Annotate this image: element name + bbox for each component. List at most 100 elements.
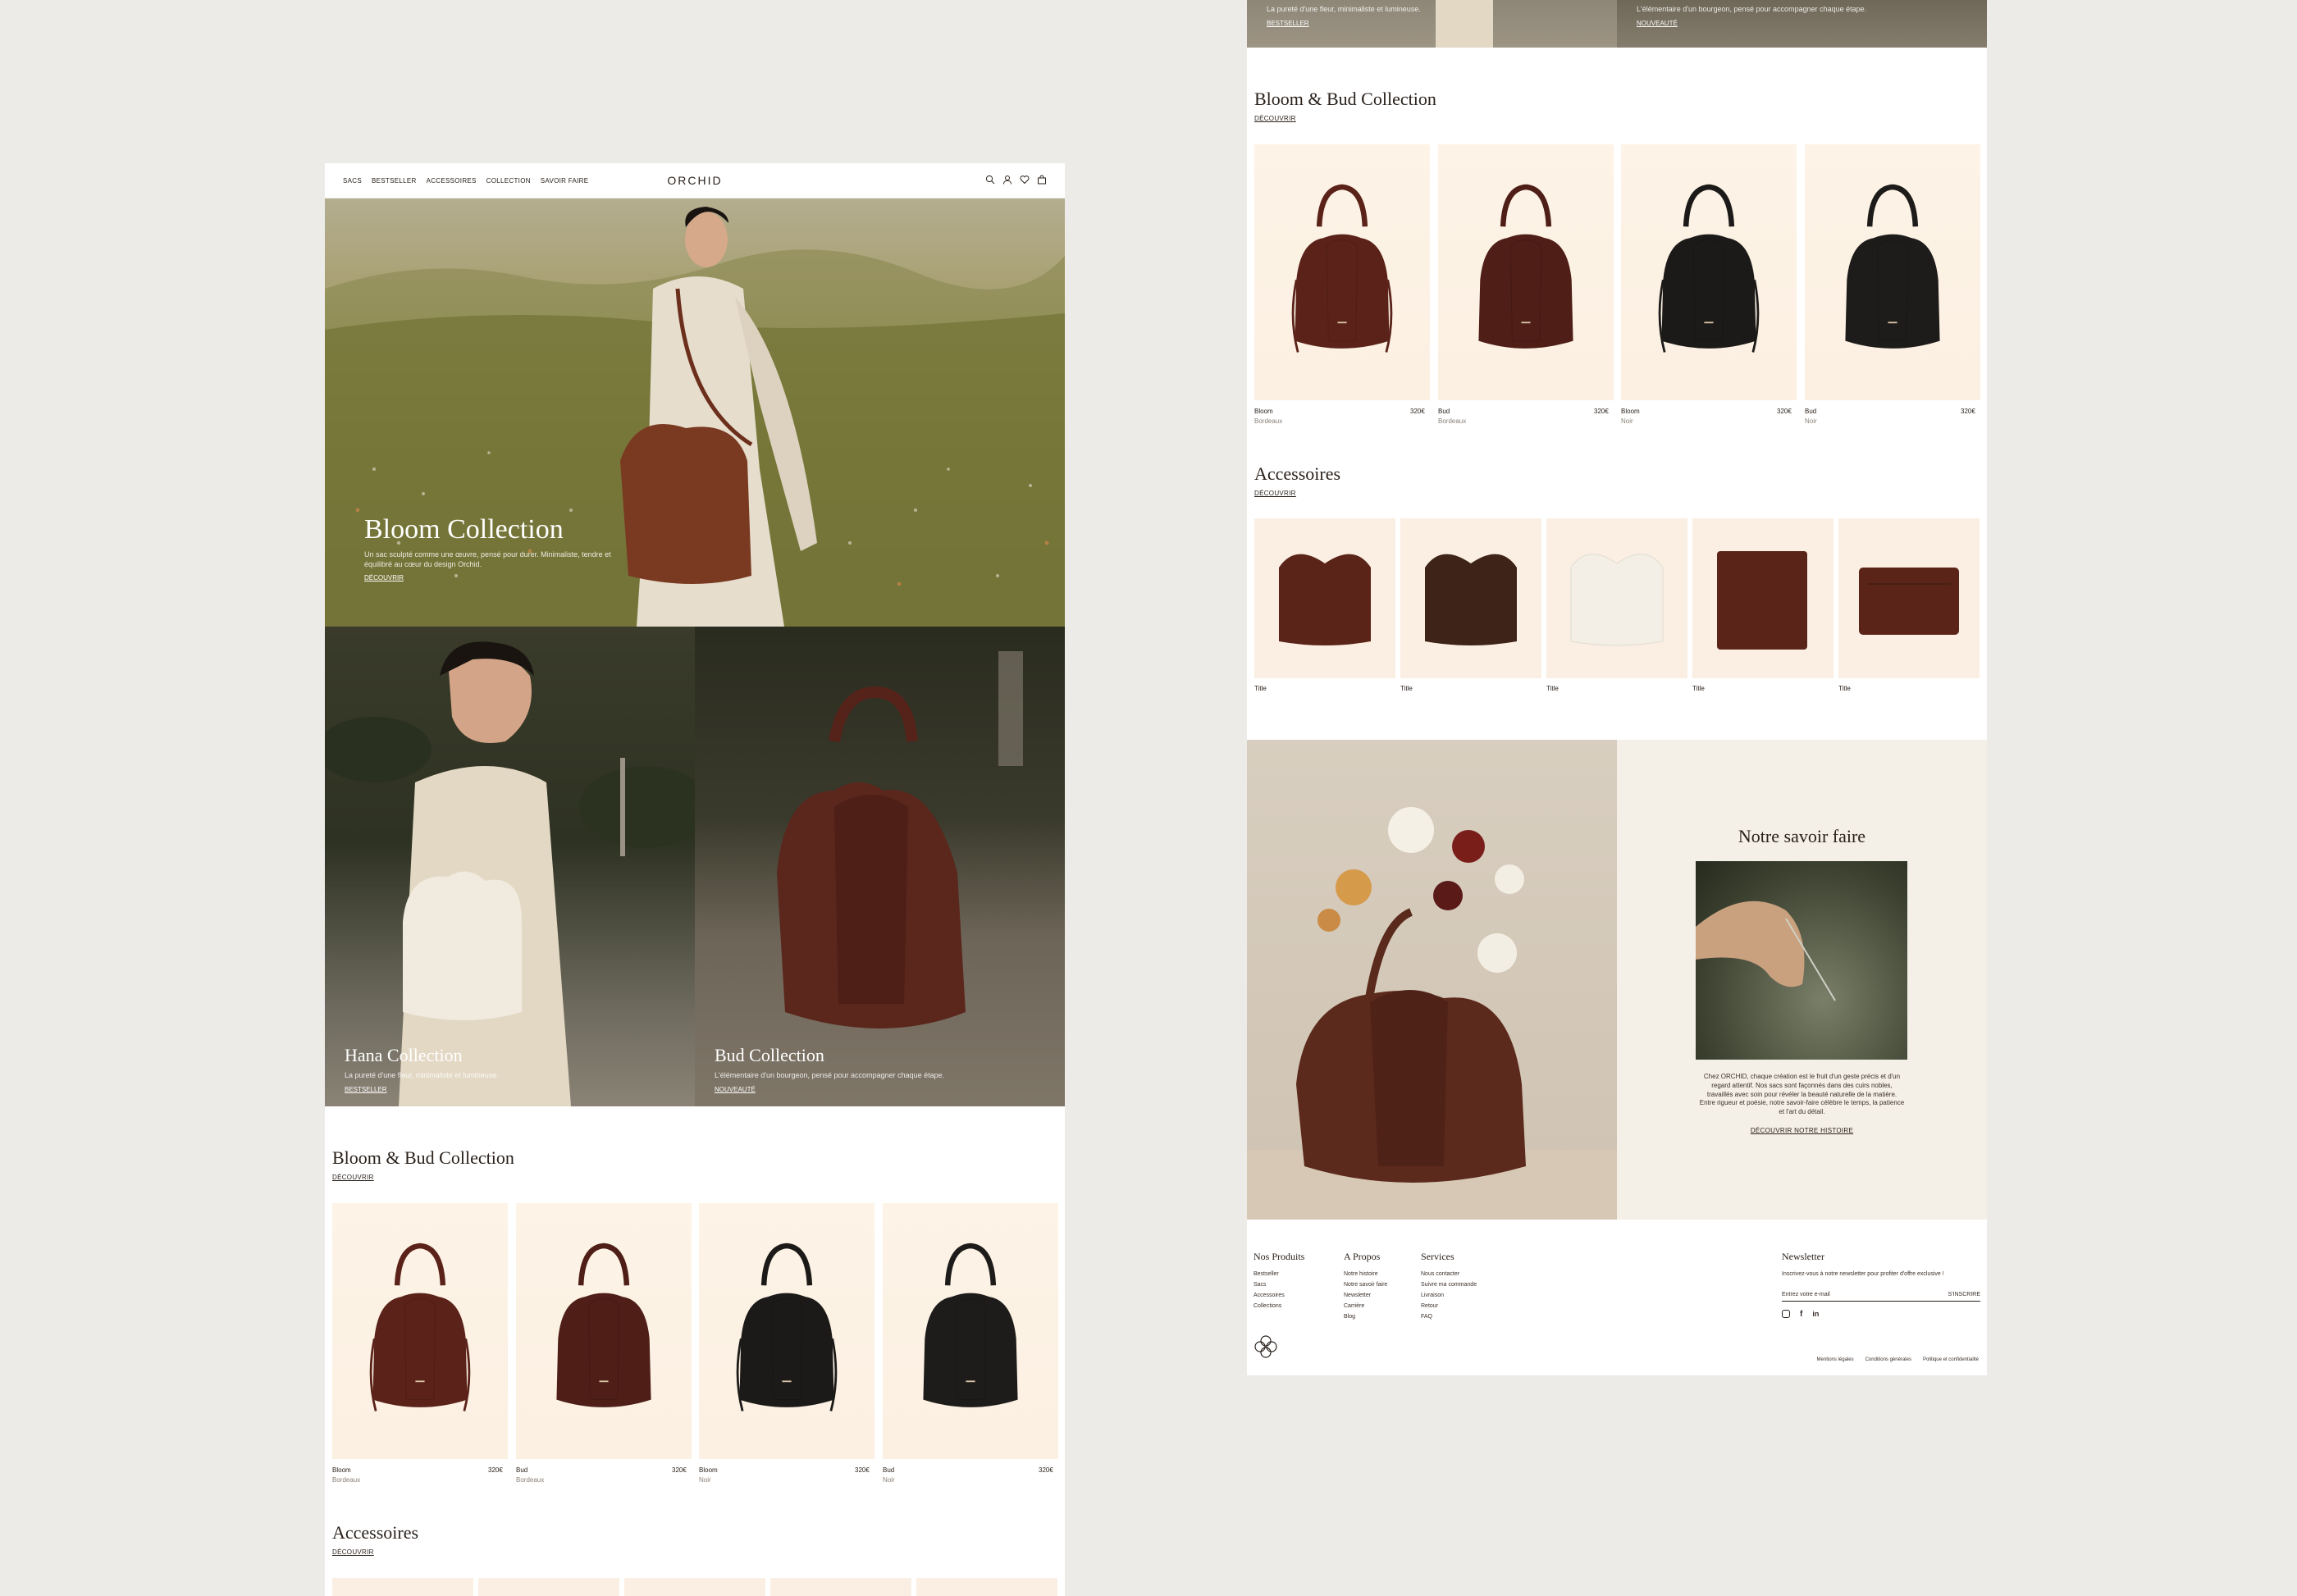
hana-text: La pureté d'une fleur, minimaliste et lu… xyxy=(1267,5,1421,13)
newsletter: Newsletter Inscrivez-vous à notre newsle… xyxy=(1782,1251,1980,1324)
product-price: 320€ xyxy=(1039,1466,1053,1474)
hero-text: Un sac sculpté comme une œuvre, pensé po… xyxy=(364,550,611,568)
savoir-faire-panel: Notre savoir faire Chez ORCHID, chaque c… xyxy=(1617,740,1987,1220)
bud-caption: L'élémentaire d'un bourgeon, pensé pour … xyxy=(1637,5,1866,30)
product-card[interactable] xyxy=(332,1203,508,1459)
footer-link[interactable]: Sacs xyxy=(1254,1282,1304,1288)
instagram-icon[interactable] xyxy=(1782,1310,1790,1318)
product-image xyxy=(883,1203,1058,1459)
nav-link[interactable]: ACCESSOIRES xyxy=(427,177,477,185)
footer-column: Nos Produits Bestseller Sacs Accessoires Col… xyxy=(1254,1251,1304,1314)
legal-link[interactable]: Conditions générales xyxy=(1865,1357,1911,1362)
linkedin-icon[interactable]: in xyxy=(1812,1310,1819,1319)
product-card[interactable] xyxy=(699,1203,875,1459)
footer-link[interactable]: Carrière xyxy=(1344,1303,1387,1309)
bud-link[interactable]: NOUVEAUTÉ xyxy=(715,1086,756,1093)
footer: Nos Produits Bestseller Sacs Accessoires Col… xyxy=(1247,1220,1987,1375)
accessory-card[interactable] xyxy=(770,1578,911,1596)
section-link[interactable]: DÉCOUVRIR xyxy=(1254,490,1340,497)
nav-link[interactable]: SACS xyxy=(343,177,362,185)
hero-link[interactable]: DÉCOUVRIR xyxy=(364,574,404,581)
product-card[interactable] xyxy=(883,1203,1058,1459)
footer-link[interactable]: Nous contacter xyxy=(1421,1271,1477,1277)
accessory-card[interactable] xyxy=(1254,518,1395,678)
footer-link[interactable]: Accessoires xyxy=(1254,1293,1304,1298)
footer-link[interactable]: Livraison xyxy=(1421,1293,1477,1298)
accessory-card[interactable] xyxy=(916,1578,1057,1596)
product-meta: Bloom Noir xyxy=(699,1466,718,1484)
accessory-card[interactable] xyxy=(478,1578,619,1596)
section-link[interactable]: DÉCOUVRIR xyxy=(332,1174,514,1181)
product-card[interactable] xyxy=(516,1203,692,1459)
footer-link[interactable]: Bestseller xyxy=(1254,1271,1304,1277)
legal-link[interactable]: Politique et confidentialité xyxy=(1923,1357,1979,1362)
product-card[interactable] xyxy=(1254,144,1430,400)
top-navigation: SACS BESTSELLER ACCESSOIRES COLLECTION SAVOI… xyxy=(325,163,1065,198)
facebook-icon[interactable]: f xyxy=(1800,1310,1802,1319)
accessory-card[interactable] xyxy=(1692,518,1833,678)
accessory-card[interactable] xyxy=(1838,518,1980,678)
legal-links: Mentions légales Conditions générales Poli… xyxy=(1817,1357,1979,1362)
bloombud-section-header: Bloom & Bud Collection DÉCOUVRIR xyxy=(1254,89,1436,122)
footer-link[interactable]: Suivre ma commande xyxy=(1421,1282,1477,1288)
hana-caption: Hana Collection La pureté d'une fleur, m… xyxy=(345,1045,591,1096)
accessory-title: Title xyxy=(1838,685,1851,692)
newsletter-title: Newsletter xyxy=(1782,1251,1824,1262)
product-price: 320€ xyxy=(1961,408,1975,415)
hana-link[interactable]: BESTSELLER xyxy=(1267,20,1309,27)
heart-icon[interactable] xyxy=(1020,175,1030,185)
bag-icon[interactable] xyxy=(1037,175,1047,185)
user-icon[interactable] xyxy=(1002,175,1012,185)
accessory-card[interactable] xyxy=(1400,518,1541,678)
homepage-left: SACS BESTSELLER ACCESSOIRES COLLECTION SAVOI… xyxy=(325,163,1065,1596)
product-meta: Bloom Bordeaux xyxy=(332,1466,360,1484)
footer-column: Services Nous contacter Suivre ma commande… xyxy=(1421,1251,1477,1325)
accessory-card[interactable] xyxy=(624,1578,765,1596)
product-name: Bud xyxy=(516,1466,528,1474)
product-image xyxy=(1621,144,1797,400)
bud-link[interactable]: NOUVEAUTÉ xyxy=(1637,20,1678,27)
footer-link[interactable]: Retour xyxy=(1421,1303,1477,1309)
product-meta: Bloom Bordeaux xyxy=(1254,408,1282,425)
bloombud-section-header: Bloom & Bud Collection DÉCOUVRIR xyxy=(332,1147,514,1181)
section-title: Bloom & Bud Collection xyxy=(332,1147,514,1168)
accessory-image xyxy=(1425,554,1517,645)
footer-link[interactable]: FAQ xyxy=(1421,1314,1477,1320)
product-card[interactable] xyxy=(1805,144,1980,400)
accessory-card[interactable] xyxy=(1546,518,1687,678)
bud-title: Bud Collection xyxy=(715,1045,824,1065)
hana-caption: La pureté d'une fleur, minimaliste et lu… xyxy=(1267,5,1421,30)
hana-link[interactable]: BESTSELLER xyxy=(345,1086,387,1093)
savoir-link[interactable]: DÉCOUVRIR NOTRE HISTOIRE xyxy=(1617,1127,1987,1134)
product-price: 320€ xyxy=(488,1466,503,1474)
product-name: Bud xyxy=(1805,408,1817,415)
nav-link[interactable]: SAVOIR FAIRE xyxy=(541,177,589,185)
nav-link[interactable]: COLLECTION xyxy=(486,177,531,185)
section-link[interactable]: DÉCOUVRIR xyxy=(1254,115,1436,122)
email-field[interactable]: Entrez votre e-mail xyxy=(1782,1292,1830,1297)
product-image xyxy=(332,1203,508,1459)
logo[interactable]: ORCHID xyxy=(667,174,722,187)
accessory-image xyxy=(1570,554,1664,646)
hana-image-strip: La pureté d'une fleur, minimaliste et lu… xyxy=(1247,0,1617,48)
nav-link[interactable]: BESTSELLER xyxy=(372,177,417,185)
footer-link[interactable]: Notre savoir faire xyxy=(1344,1282,1387,1288)
accessory-title: Title xyxy=(1546,685,1559,692)
product-image xyxy=(1254,144,1430,400)
footer-link[interactable]: Notre histoire xyxy=(1344,1271,1387,1277)
footer-link[interactable]: Collections xyxy=(1254,1303,1304,1309)
accessory-card[interactable] xyxy=(332,1578,473,1596)
search-icon[interactable] xyxy=(985,175,995,185)
product-color: Noir xyxy=(1621,417,1633,425)
product-color: Bordeaux xyxy=(1254,417,1283,425)
product-card[interactable] xyxy=(1621,144,1797,400)
hana-text: La pureté d'une fleur, minimaliste et lu… xyxy=(345,1071,499,1079)
section-link[interactable]: DÉCOUVRIR xyxy=(332,1548,418,1556)
legal-link[interactable]: Mentions légales xyxy=(1817,1357,1854,1362)
footer-link[interactable]: Newsletter xyxy=(1344,1293,1387,1298)
craft-image xyxy=(1696,861,1907,1060)
product-card[interactable] xyxy=(1438,144,1614,400)
footer-link[interactable]: Blog xyxy=(1344,1314,1387,1320)
subscribe-button[interactable]: S'INSCRIRE xyxy=(1948,1292,1980,1297)
accessory-title: Title xyxy=(1692,685,1705,692)
